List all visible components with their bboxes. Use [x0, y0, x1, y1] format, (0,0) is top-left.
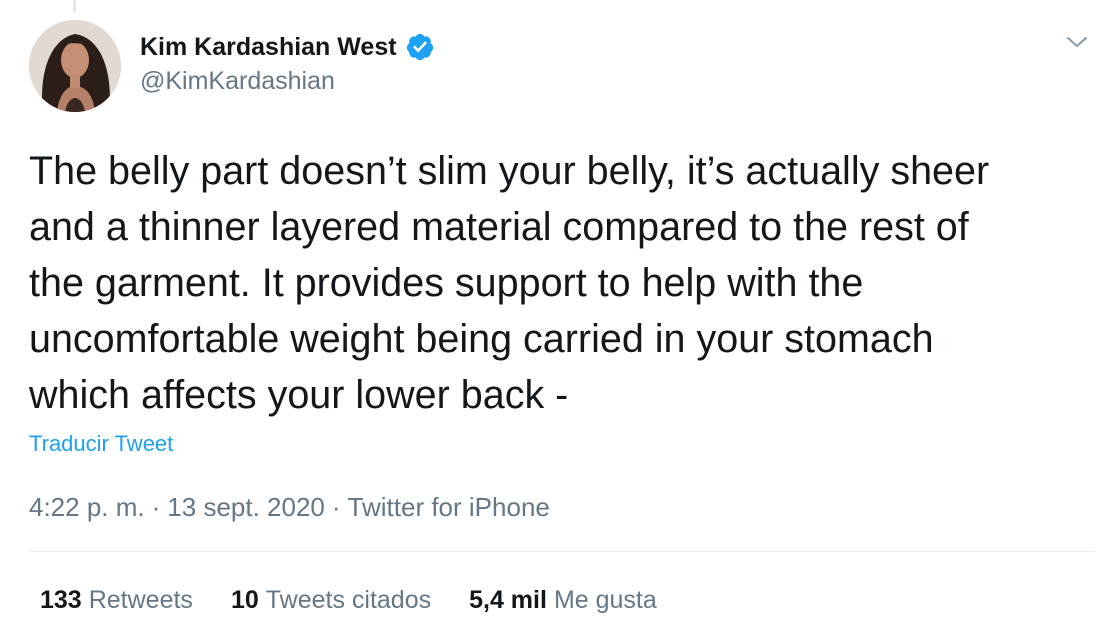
author-name-row[interactable]: Kim Kardashian West — [140, 30, 435, 64]
divider — [29, 551, 1094, 552]
tweet-text-line: which affects your lower back - — [29, 373, 569, 417]
tweet-meta: 4:22 p. m. · 13 sept. 2020 · Twitter for iPh… — [29, 492, 550, 523]
quote-tweets-label: Tweets citados — [265, 586, 432, 614]
avatar[interactable] — [29, 20, 121, 112]
meta-separator: · — [331, 492, 341, 522]
meta-separator: · — [151, 492, 161, 522]
tweet-text-line: uncomfortable weight being carried in yo… — [29, 317, 934, 361]
tweet-text-line: The belly part doesn’t slim your belly, … — [29, 149, 990, 193]
tweet-text-line: the garment. It provides support to help… — [29, 261, 864, 305]
tweet-date[interactable]: 13 sept. 2020 — [167, 492, 325, 522]
tweet-source-link[interactable]: Twitter for iPhone — [348, 492, 550, 522]
retweets-stat[interactable]: 133 Retweets — [40, 586, 193, 615]
tweet-stats: 133 Retweets 10 Tweets citados 5,4 mil M… — [40, 586, 657, 615]
avatar-image — [29, 20, 121, 112]
likes-stat[interactable]: 5,4 mil Me gusta — [469, 586, 657, 615]
quote-tweets-stat[interactable]: 10 Tweets citados — [231, 586, 431, 615]
likes-count: 5,4 mil — [469, 586, 547, 614]
quote-tweets-count: 10 — [230, 586, 259, 614]
tweet-time[interactable]: 4:22 p. m. — [29, 492, 145, 522]
author-display-name[interactable]: Kim Kardashian West — [140, 33, 397, 62]
translate-tweet-link[interactable]: Traducir Tweet — [29, 431, 173, 457]
author-handle[interactable]: @KimKardashian — [140, 67, 335, 96]
tweet-text: The belly part doesn’t slim your belly, … — [29, 143, 1104, 423]
retweets-count: 133 — [40, 586, 82, 614]
retweets-label: Retweets — [88, 586, 193, 614]
chevron-down-icon[interactable] — [1064, 32, 1090, 52]
verified-badge-icon — [405, 32, 435, 62]
thread-connector-line — [73, 0, 76, 12]
tweet-text-line: and a thinner layered material compared … — [29, 205, 969, 249]
likes-label: Me gusta — [553, 586, 657, 614]
